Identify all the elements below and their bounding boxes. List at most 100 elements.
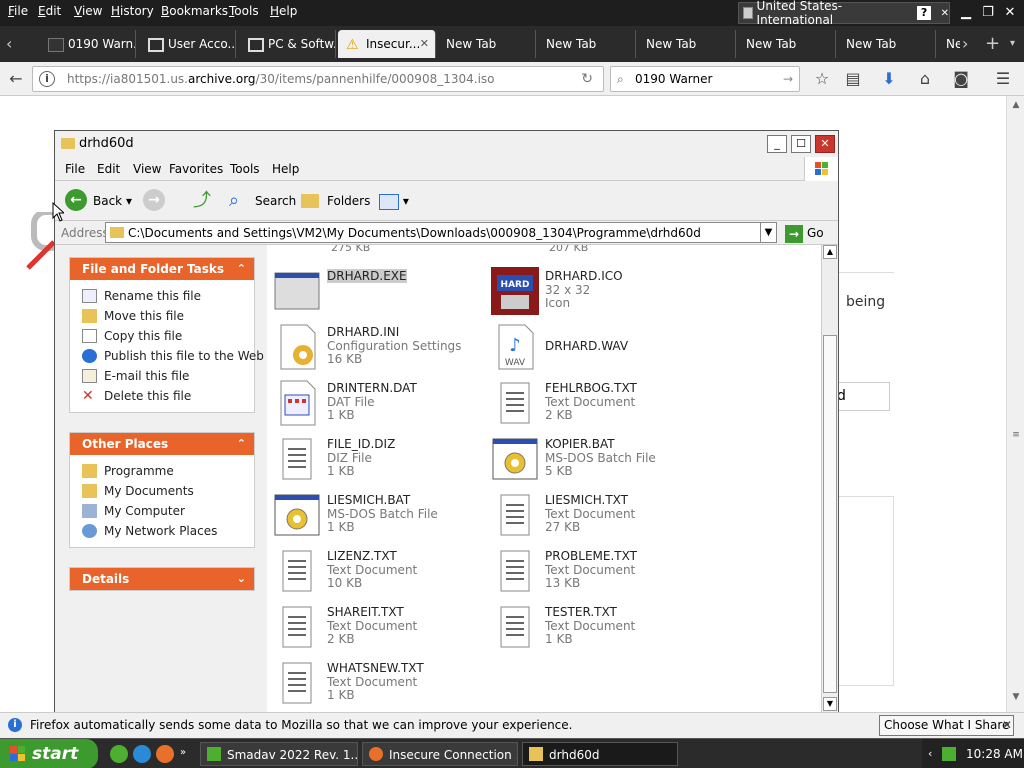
menu-bookmarks[interactable]: Bookmarks bbox=[161, 4, 228, 18]
file-item[interactable]: FILE_ID.DIZ DIZ File 1 KB bbox=[273, 435, 483, 485]
scroll-up-icon[interactable]: ▲ bbox=[1010, 100, 1022, 114]
file-item[interactable]: LIESMICH.BAT MS-DOS Batch File 1 KB bbox=[273, 491, 483, 541]
scroll-down-icon[interactable]: ▼ bbox=[823, 697, 837, 711]
scroll-down-icon[interactable]: ▼ bbox=[1010, 692, 1022, 706]
pocket-icon[interactable]: ◙ bbox=[949, 67, 973, 91]
views-button[interactable]: ▾ bbox=[379, 189, 411, 213]
tab-scroll-right-icon[interactable]: › bbox=[962, 30, 968, 58]
file-folder-tasks-header[interactable]: File and Folder Tasks ⌃ bbox=[70, 258, 254, 280]
back-button[interactable]: ← Back ▾ bbox=[65, 189, 133, 213]
file-item[interactable]: DRHARD.EXE bbox=[273, 267, 483, 317]
new-tab-icon[interactable]: + bbox=[985, 30, 1000, 58]
tab-new-1[interactable]: New Tab bbox=[438, 30, 536, 58]
task-copy[interactable]: Copy this file bbox=[82, 326, 254, 346]
tab-pc-software[interactable]: PC & Softw... bbox=[240, 30, 336, 58]
explorer-minimize-button[interactable]: _ bbox=[767, 135, 787, 153]
explorer-menu-favorites[interactable]: Favorites bbox=[169, 157, 223, 181]
restore-button[interactable]: ❐ bbox=[977, 2, 999, 24]
task-delete[interactable]: ✕ Delete this file bbox=[82, 386, 254, 406]
quicklaunch-ie-icon[interactable] bbox=[133, 745, 151, 763]
help-icon[interactable]: ? bbox=[917, 6, 931, 20]
explorer-close-button[interactable]: ✕ bbox=[815, 135, 835, 153]
menu-help[interactable]: Help bbox=[270, 4, 297, 18]
tray-expand-icon[interactable]: ‹ bbox=[928, 739, 932, 768]
reading-list-icon[interactable]: ▤ bbox=[841, 67, 865, 91]
menu-edit[interactable]: Edit bbox=[38, 4, 61, 18]
site-info-icon[interactable]: i bbox=[39, 71, 55, 87]
details-header[interactable]: Details ⌄ bbox=[70, 568, 254, 590]
home-icon[interactable]: ⌂ bbox=[913, 67, 937, 91]
language-bar[interactable]: United States-International ? ✕ bbox=[738, 0, 950, 27]
place-my-documents[interactable]: My Documents bbox=[82, 481, 254, 501]
file-item[interactable]: TESTER.TXT Text Document 1 KB bbox=[491, 603, 701, 653]
forward-button[interactable]: → bbox=[143, 189, 167, 213]
file-item[interactable]: LIZENZ.TXT Text Document 10 KB bbox=[273, 547, 483, 597]
place-programme[interactable]: Programme bbox=[82, 461, 254, 481]
search-bar[interactable]: ⌕ 0190 Warner → bbox=[610, 66, 800, 92]
reload-icon[interactable]: ↻ bbox=[581, 67, 593, 91]
scroll-grip-icon[interactable]: ≡ bbox=[1010, 430, 1022, 444]
go-button[interactable]: → Go bbox=[785, 222, 824, 244]
taskbar-firefox[interactable]: Insecure Connection ... bbox=[362, 742, 518, 766]
tab-new-6[interactable]: Ne bbox=[938, 30, 960, 58]
file-list-scrollbar[interactable]: ▲ ▼ bbox=[821, 245, 838, 713]
back-arrow-icon[interactable]: ← bbox=[4, 67, 28, 91]
file-item[interactable]: WHATSNEW.TXT Text Document 1 KB bbox=[273, 659, 483, 709]
place-my-computer[interactable]: My Computer bbox=[82, 501, 254, 521]
address-dropdown-icon[interactable]: ▼ bbox=[760, 223, 776, 242]
file-item[interactable]: HARD DRHARD.ICO 32 x 32 Icon bbox=[491, 267, 701, 317]
task-rename[interactable]: Rename this file bbox=[82, 286, 254, 306]
tab-user-accounts[interactable]: User Acco... bbox=[140, 30, 236, 58]
tab-insecure-connection[interactable]: ⚠ Insecur... ✕ bbox=[338, 30, 436, 58]
quicklaunch-smadav-icon[interactable] bbox=[110, 745, 128, 763]
address-field[interactable]: C:\Documents and Settings\VM2\My Documen… bbox=[105, 222, 777, 243]
bookmark-star-icon[interactable]: ☆ bbox=[810, 67, 834, 91]
tab-new-4[interactable]: New Tab bbox=[738, 30, 836, 58]
tab-scroll-left-icon[interactable]: ‹ bbox=[6, 30, 12, 58]
explorer-menu-edit[interactable]: Edit bbox=[97, 157, 120, 181]
menu-tools[interactable]: Tools bbox=[229, 4, 259, 18]
file-item[interactable]: FEHLRBOG.TXT Text Document 2 KB bbox=[491, 379, 701, 429]
file-item[interactable]: DRHARD.INI Configuration Settings 16 KB bbox=[273, 323, 483, 373]
folders-button[interactable]: Folders bbox=[299, 189, 370, 213]
notification-close-icon[interactable]: ✕ bbox=[1002, 713, 1012, 737]
taskbar-explorer[interactable]: drhd60d bbox=[522, 742, 678, 766]
task-move[interactable]: Move this file bbox=[82, 306, 254, 326]
tab-list-icon[interactable]: ▾ bbox=[1010, 30, 1015, 58]
task-email[interactable]: E-mail this file bbox=[82, 366, 254, 386]
file-item[interactable]: PROBLEME.TXT Text Document 13 KB bbox=[491, 547, 701, 597]
other-places-header[interactable]: Other Places ⌃ bbox=[70, 433, 254, 455]
tab-0190-warner[interactable]: 0190 Warn... bbox=[40, 30, 136, 58]
place-my-network-places[interactable]: My Network Places bbox=[82, 521, 254, 541]
tab-new-5[interactable]: New Tab bbox=[838, 30, 936, 58]
start-button[interactable]: start bbox=[0, 739, 98, 768]
task-publish[interactable]: Publish this file to the Web bbox=[82, 346, 264, 366]
explorer-menu-view[interactable]: View bbox=[133, 157, 161, 181]
taskbar-smadav[interactable]: Smadav 2022 Rev. 1... bbox=[200, 742, 358, 766]
scroll-up-icon[interactable]: ▲ bbox=[823, 245, 837, 259]
quicklaunch-expand-icon[interactable]: » bbox=[180, 747, 186, 758]
quicklaunch-firefox-icon[interactable] bbox=[156, 745, 174, 763]
hamburger-menu-icon[interactable]: ☰ bbox=[991, 67, 1015, 91]
language-bar-close-icon[interactable]: ✕ bbox=[941, 8, 949, 19]
explorer-titlebar[interactable]: drhd60d _ ☐ ✕ bbox=[55, 131, 838, 157]
up-folder-button[interactable]: ⤴ bbox=[193, 189, 217, 213]
scroll-thumb[interactable] bbox=[823, 335, 837, 693]
file-item[interactable]: KOPIER.BAT MS-DOS Batch File 5 KB bbox=[491, 435, 701, 485]
file-item[interactable]: SHAREIT.TXT Text Document 2 KB bbox=[273, 603, 483, 653]
file-item[interactable]: LIESMICH.TXT Text Document 27 KB bbox=[491, 491, 701, 541]
search-go-icon[interactable]: → bbox=[783, 67, 793, 91]
explorer-menu-help[interactable]: Help bbox=[272, 157, 299, 181]
tab-new-3[interactable]: New Tab bbox=[638, 30, 736, 58]
page-scrollbar[interactable]: ▲ ≡ ▼ bbox=[1006, 96, 1024, 712]
search-input[interactable]: 0190 Warner bbox=[635, 67, 712, 91]
file-item[interactable]: ♪ WAV DRHARD.WAV bbox=[491, 323, 701, 373]
close-button[interactable]: ✕ bbox=[999, 2, 1021, 24]
tab-new-2[interactable]: New Tab bbox=[538, 30, 636, 58]
tray-smadav-icon[interactable] bbox=[942, 747, 956, 761]
explorer-maximize-button[interactable]: ☐ bbox=[791, 135, 811, 153]
menu-history[interactable]: History bbox=[111, 4, 154, 18]
minimize-button[interactable]: ▁ bbox=[955, 2, 977, 24]
tab-close-icon[interactable]: ✕ bbox=[420, 30, 429, 58]
search-button[interactable]: ⌕ Search bbox=[227, 189, 296, 213]
